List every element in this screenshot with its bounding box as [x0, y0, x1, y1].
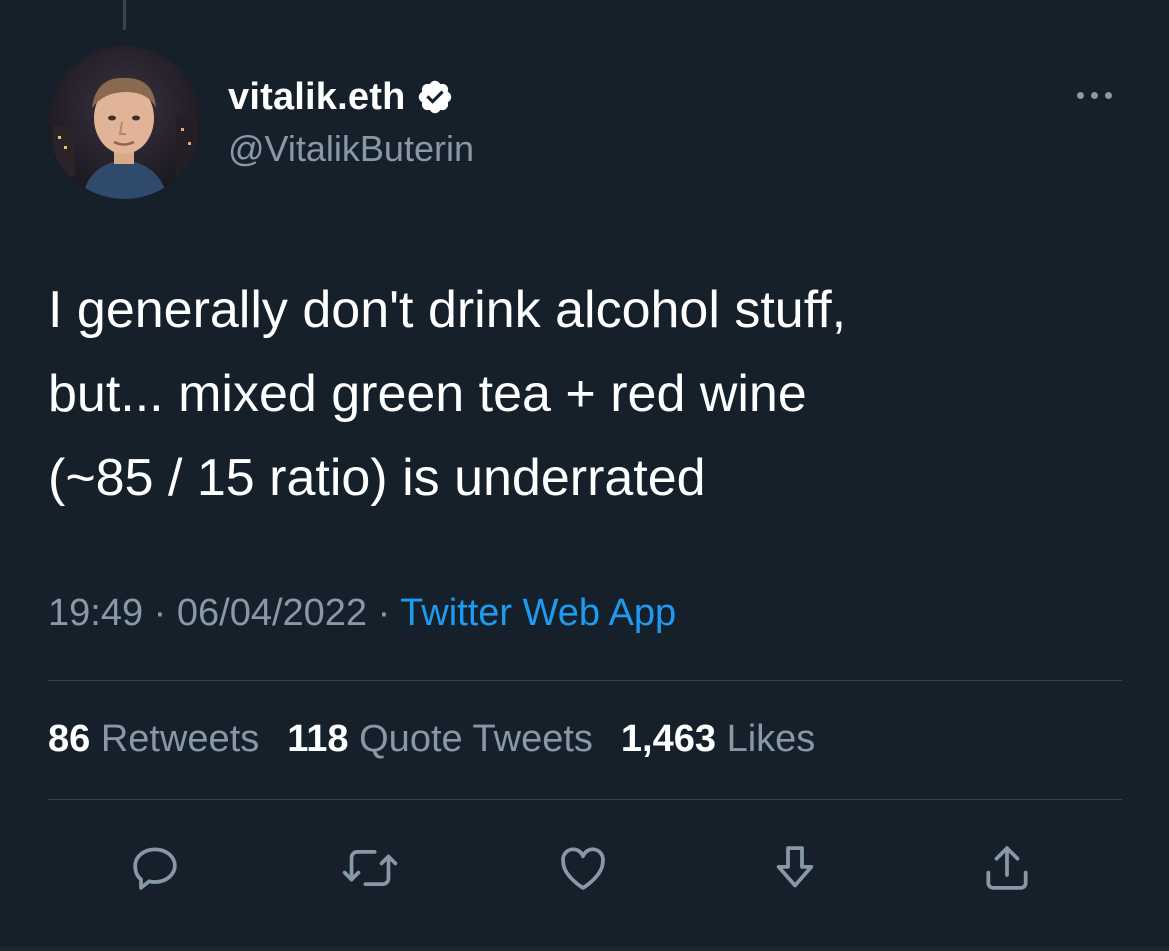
retweets-label: Retweets — [100, 718, 260, 760]
tweet-text-line: I generally don't drink alcohol stuff, — [48, 281, 847, 339]
verified-badge-icon — [416, 78, 454, 116]
tweet-source-link[interactable]: Twitter Web App — [400, 592, 676, 634]
bottom-rule — [0, 947, 1169, 951]
tweet-text-line: but... mixed green tea + red wine — [48, 365, 807, 423]
divider — [48, 680, 1122, 681]
more-dot — [1104, 91, 1112, 99]
tweet-actions — [0, 838, 1169, 898]
likes-count: 1,463 — [620, 718, 716, 760]
tweet-meta: 19:49 · 06/04/2022 · Twitter Web App — [48, 592, 676, 635]
more-dot — [1090, 91, 1098, 99]
heart-icon[interactable] — [553, 838, 613, 898]
likes-label: Likes — [726, 718, 816, 760]
meta-separator: · — [143, 592, 177, 634]
retweet-icon[interactable] — [340, 838, 400, 898]
author-name[interactable]: vitalik.eth — [228, 76, 406, 119]
thread-connector-line — [123, 0, 126, 30]
quote-tweets-count: 118 — [287, 718, 349, 760]
retweets-stat[interactable]: 86 Retweets — [48, 718, 259, 761]
author-handle[interactable]: @VitalikButerin — [228, 128, 474, 170]
engagement-stats: 86 Retweets 118 Quote Tweets 1,463 Likes — [48, 718, 815, 761]
retweets-count: 86 — [48, 718, 91, 760]
more-dot — [1076, 91, 1084, 99]
more-icon[interactable] — [1064, 80, 1124, 110]
meta-separator: · — [367, 592, 401, 634]
avatar-image — [48, 46, 201, 199]
author-name-row: vitalik.eth — [228, 72, 454, 122]
tweet-text: I generally don't drink alcohol stuff, b… — [48, 268, 1128, 520]
quote-tweets-stat[interactable]: 118 Quote Tweets — [287, 718, 593, 761]
quote-tweets-label: Quote Tweets — [359, 718, 593, 760]
tweet-date[interactable]: 06/04/2022 — [177, 592, 367, 634]
likes-stat[interactable]: 1,463 Likes — [621, 718, 815, 761]
bookmark-download-icon[interactable] — [765, 838, 825, 898]
tweet-text-line: (~85 / 15 ratio) is underrated — [48, 449, 706, 507]
share-icon[interactable] — [977, 838, 1037, 898]
avatar[interactable] — [48, 46, 201, 199]
divider — [48, 799, 1122, 800]
reply-icon[interactable] — [125, 838, 185, 898]
tweet-time[interactable]: 19:49 — [48, 592, 143, 634]
